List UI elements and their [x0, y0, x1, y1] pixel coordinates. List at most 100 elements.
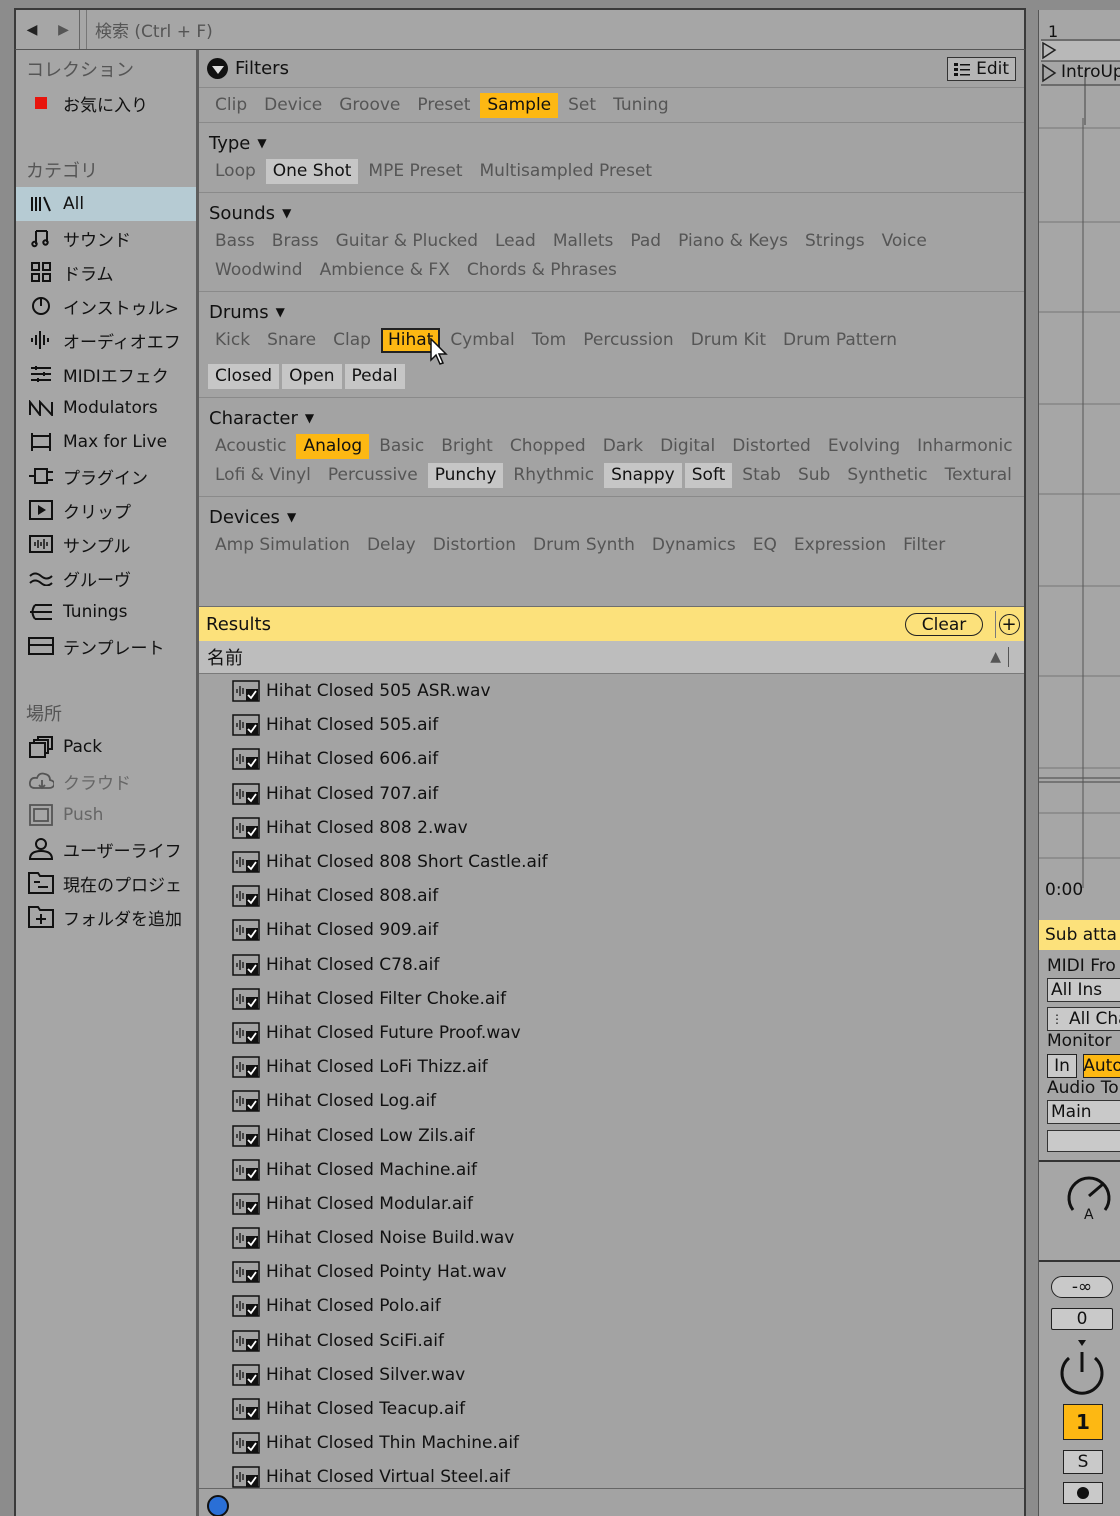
list-item[interactable]: Hihat Closed Log.aif [199, 1084, 1024, 1118]
filter-tag-sample[interactable]: Sample [480, 92, 559, 118]
filter-tag-expression[interactable]: Expression [787, 533, 893, 558]
edit-filters-button[interactable]: Edit [947, 57, 1016, 81]
filter-tag-lofi-and-vinyl[interactable]: Lofi & Vinyl [208, 463, 318, 488]
sidebar-item-push[interactable]: Push [16, 798, 196, 832]
type-section-toggle[interactable]: Type ▼ [199, 127, 1024, 159]
drums-section-toggle[interactable]: Drums ▼ [199, 296, 1024, 328]
filter-tag-punchy[interactable]: Punchy [427, 463, 504, 488]
sidebar-item-midi-effects[interactable]: MIDIエフェク [16, 357, 196, 391]
sidebar-item-modulators[interactable]: Modulators [16, 391, 196, 425]
volume-knob[interactable] [1057, 1340, 1107, 1396]
sounds-section-toggle[interactable]: Sounds ▼ [199, 197, 1024, 229]
list-item[interactable]: Hihat Closed Thin Machine.aif [199, 1426, 1024, 1460]
sidebar-item-drums[interactable]: ドラム [16, 255, 196, 289]
sidebar-item-audio-effects[interactable]: オーディオエフ [16, 323, 196, 357]
filter-tag-textural[interactable]: Textural [938, 463, 1019, 488]
track-title-bar[interactable]: Sub atta [1039, 920, 1120, 950]
sidebar-item-all[interactable]: All [16, 187, 196, 221]
column-divider[interactable] [1008, 647, 1009, 667]
filter-tag-ambience-and-fx[interactable]: Ambience & FX [313, 258, 457, 283]
list-item[interactable]: Hihat Closed Pointy Hat.wav [199, 1255, 1024, 1289]
filter-tag-drum-kit[interactable]: Drum Kit [684, 328, 773, 353]
filter-tag-synthetic[interactable]: Synthetic [840, 463, 934, 488]
filter-tag-snappy[interactable]: Snappy [604, 463, 682, 488]
filter-tag-tuning[interactable]: Tuning [606, 93, 676, 118]
filter-tag-pad[interactable]: Pad [623, 229, 668, 254]
list-item[interactable]: Hihat Closed 808.aif [199, 879, 1024, 913]
list-item[interactable]: Hihat Closed Filter Choke.aif [199, 982, 1024, 1016]
sidebar-item-tunings[interactable]: Tunings [16, 595, 196, 629]
filter-tag-stab[interactable]: Stab [735, 463, 788, 488]
filter-tag-woodwind[interactable]: Woodwind [208, 258, 310, 283]
list-item[interactable]: Hihat Closed Low Zils.aif [199, 1118, 1024, 1152]
sidebar-item-favorites[interactable]: お気に入り [16, 86, 196, 120]
filter-tag-amp-simulation[interactable]: Amp Simulation [208, 533, 357, 558]
sidebar-item-samples[interactable]: サンプル [16, 527, 196, 561]
list-item[interactable]: Hihat Closed 707.aif [199, 777, 1024, 811]
devices-section-toggle[interactable]: Devices ▼ [199, 501, 1024, 533]
filter-tag-basic[interactable]: Basic [372, 434, 431, 459]
filter-tag-eq[interactable]: EQ [746, 533, 784, 558]
filter-tag-cymbal[interactable]: Cymbal [443, 328, 521, 353]
filter-tag-percussive[interactable]: Percussive [321, 463, 425, 488]
sidebar-item-pack[interactable]: Pack [16, 730, 196, 764]
list-item[interactable]: Hihat Closed Noise Build.wav [199, 1221, 1024, 1255]
sidebar-item-user-library[interactable]: ユーザーライフ [16, 832, 196, 866]
filter-tag-loop[interactable]: Loop [208, 159, 263, 184]
filter-tag-snare[interactable]: Snare [260, 328, 323, 353]
filter-tag-drum-synth[interactable]: Drum Synth [526, 533, 642, 558]
sidebar-item-clips[interactable]: クリップ [16, 493, 196, 527]
filter-tag-groove[interactable]: Groove [332, 93, 407, 118]
character-section-toggle[interactable]: Character ▼ [199, 402, 1024, 434]
input-type-select[interactable]: All Ins [1047, 978, 1120, 1002]
sidebar-item-add-folder[interactable]: フォルダを追加 [16, 900, 196, 934]
filter-tag-strings[interactable]: Strings [798, 229, 872, 254]
filter-tag-evolving[interactable]: Evolving [821, 434, 907, 459]
filter-tag-brass[interactable]: Brass [265, 229, 326, 254]
filter-tag-pedal[interactable]: Pedal [344, 364, 405, 389]
filter-tag-distortion[interactable]: Distortion [426, 533, 523, 558]
audio-to-channel-select[interactable] [1047, 1130, 1120, 1152]
filter-tag-lead[interactable]: Lead [488, 229, 543, 254]
list-item[interactable]: Hihat Closed Polo.aif [199, 1289, 1024, 1323]
filter-tag-voice[interactable]: Voice [875, 229, 934, 254]
clear-button[interactable]: Clear [905, 613, 983, 636]
monitor-auto-button[interactable]: Auto [1083, 1054, 1120, 1078]
filter-tag-drum-pattern[interactable]: Drum Pattern [776, 328, 904, 353]
preview-icon[interactable] [207, 1495, 229, 1516]
input-channel-select[interactable]: ⋮ All Cha [1047, 1007, 1120, 1031]
filter-tag-closed[interactable]: Closed [208, 364, 280, 389]
sort-ascending-icon[interactable]: ▲ [990, 649, 1001, 665]
monitor-in-button[interactable]: In [1047, 1054, 1077, 1078]
filter-tag-mpe-preset[interactable]: MPE Preset [361, 159, 469, 184]
list-item[interactable]: Hihat Closed C78.aif [199, 948, 1024, 982]
filter-tag-distorted[interactable]: Distorted [725, 434, 818, 459]
list-item[interactable]: Hihat Closed Silver.wav [199, 1358, 1024, 1392]
list-item[interactable]: Hihat Closed 606.aif [199, 742, 1024, 776]
sidebar-item-cloud[interactable]: クラウド [16, 764, 196, 798]
list-item[interactable]: Hihat Closed 505.aif [199, 708, 1024, 742]
filter-tag-kick[interactable]: Kick [208, 328, 257, 353]
name-column-header[interactable]: 名前 ▲ [199, 641, 1024, 674]
audio-to-select[interactable]: Main [1047, 1100, 1120, 1124]
track-activator-button[interactable]: 1 [1063, 1404, 1103, 1440]
filter-tag-sub[interactable]: Sub [791, 463, 837, 488]
filter-tag-chords-and-phrases[interactable]: Chords & Phrases [460, 258, 624, 283]
filter-tag-multisampled-preset[interactable]: Multisampled Preset [473, 159, 660, 184]
filter-tag-open[interactable]: Open [282, 364, 342, 389]
forward-button[interactable]: ▶ [48, 10, 80, 49]
filter-tag-clip[interactable]: Clip [208, 93, 254, 118]
add-filter-button[interactable]: + [995, 611, 1022, 638]
filter-tag-bright[interactable]: Bright [434, 434, 500, 459]
list-item[interactable]: Hihat Closed 808 2.wav [199, 811, 1024, 845]
list-item[interactable]: Hihat Closed SciFi.aif [199, 1324, 1024, 1358]
filter-tag-set[interactable]: Set [561, 93, 603, 118]
filter-tag-acoustic[interactable]: Acoustic [208, 434, 293, 459]
filter-tag-preset[interactable]: Preset [410, 93, 477, 118]
volume-value-field[interactable]: 0 [1051, 1308, 1113, 1330]
list-item[interactable]: Hihat Closed 909.aif [199, 913, 1024, 947]
collapse-filters-icon[interactable] [207, 58, 228, 79]
filter-tag-piano-and-keys[interactable]: Piano & Keys [671, 229, 795, 254]
sidebar-item-instruments[interactable]: インストゥル> [16, 289, 196, 323]
volume-inf-display[interactable]: -∞ [1051, 1276, 1113, 1298]
